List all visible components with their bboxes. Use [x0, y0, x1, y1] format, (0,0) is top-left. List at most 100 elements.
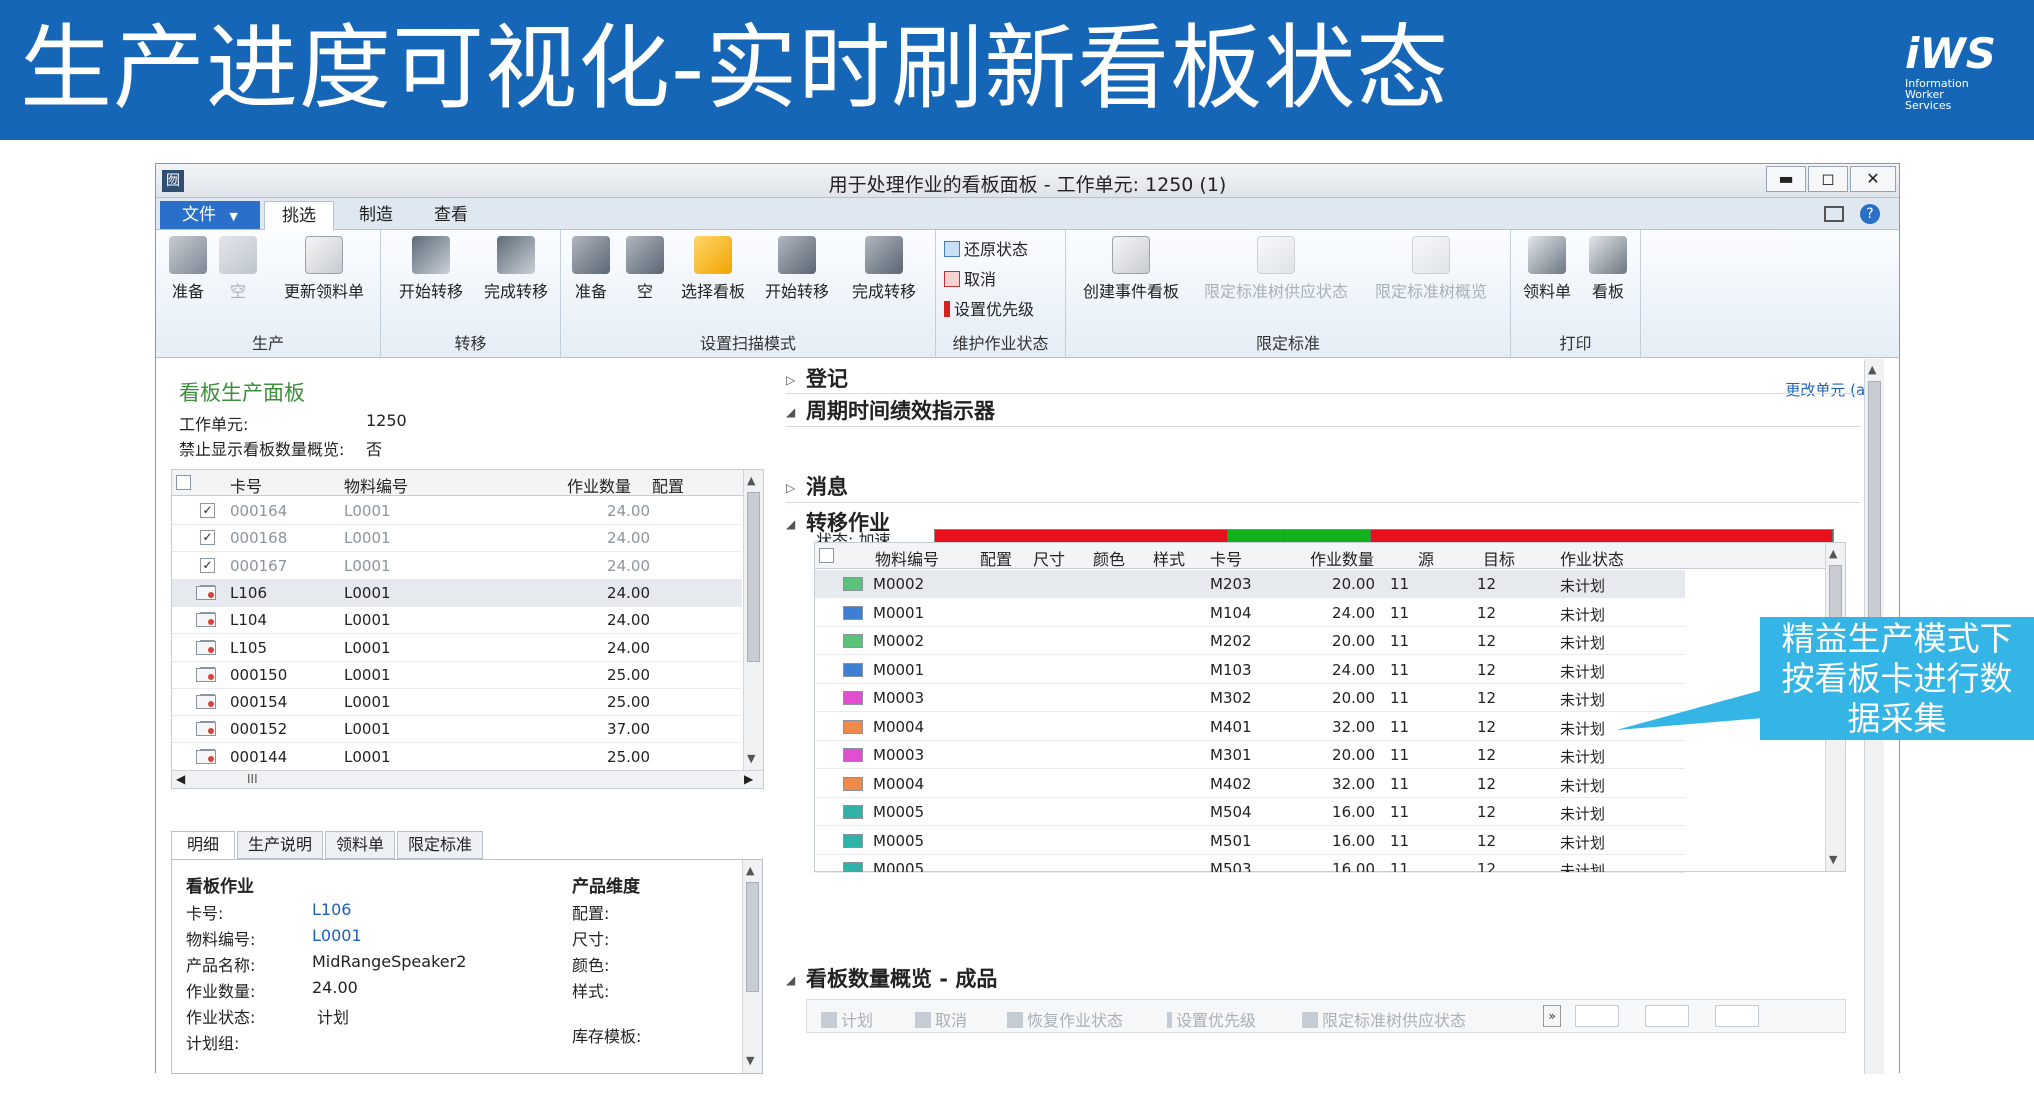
- table-row[interactable]: M0001 M103 24.00 11 12 未计划: [815, 656, 1685, 684]
- scroll-right-icon[interactable]: ▶: [744, 772, 753, 786]
- vertical-scrollbar[interactable]: ▲ ▼: [743, 470, 763, 770]
- card-number-value[interactable]: L106: [312, 900, 351, 919]
- transfer-col-header[interactable]: 作业状态: [1560, 546, 1624, 570]
- table-row[interactable]: M0004 M401 32.00 11 12 未计划: [815, 713, 1685, 741]
- transfer-col-header[interactable]: 颜色: [1093, 546, 1125, 570]
- minimize-button[interactable]: ▬: [1766, 166, 1806, 192]
- scroll-up-icon[interactable]: ▲: [746, 864, 754, 877]
- table-row[interactable]: ✓ 000164 L0001 24.00: [172, 497, 742, 525]
- reset-status-button[interactable]: 还原状态: [944, 236, 1028, 260]
- col-config[interactable]: 配置: [652, 473, 684, 497]
- col-item[interactable]: 物料编号: [344, 473, 408, 497]
- restore-status-button[interactable]: 恢复作业状态: [1007, 1007, 1123, 1031]
- detail-scrollbar[interactable]: ▲ ▼: [742, 860, 762, 1073]
- filter-dropdown-icon[interactable]: [1645, 1005, 1689, 1027]
- print-picklist-button[interactable]: 领料单: [1519, 236, 1575, 302]
- print-kanban-button[interactable]: 看板: [1583, 236, 1633, 302]
- scan-start-transfer-button[interactable]: 开始转移: [759, 236, 835, 302]
- table-row[interactable]: M0003 M302 20.00 11 12 未计划: [815, 684, 1685, 712]
- horizontal-scrollbar[interactable]: ◀ III ▶: [172, 770, 763, 788]
- restriction-tree-supply-button[interactable]: 限定标准树供应状态: [1196, 236, 1356, 302]
- row-checkbox[interactable]: ✓: [200, 503, 215, 518]
- transfer-col-header[interactable]: 配置: [980, 546, 1012, 570]
- scroll-up-icon[interactable]: ▲: [747, 474, 755, 487]
- transfer-col-header[interactable]: 物料编号: [875, 546, 939, 570]
- table-row[interactable]: ✓ 000167 L0001 24.00: [172, 552, 742, 580]
- set-priority-button[interactable]: 设置优先级: [944, 296, 1034, 320]
- table-row[interactable]: ✓ 000168 L0001 24.00: [172, 524, 742, 553]
- scroll-down-icon[interactable]: ▼: [746, 1054, 754, 1067]
- table-row[interactable]: M0005 M501 16.00 11 12 未计划: [815, 827, 1685, 855]
- transfer-col-header[interactable]: 样式: [1153, 546, 1185, 570]
- tab-manufacture[interactable]: 制造: [341, 201, 411, 230]
- transfer-section[interactable]: ◢ 转移作业: [786, 507, 1861, 539]
- table-row[interactable]: 000152 L0001 37.00: [172, 715, 742, 744]
- table-row[interactable]: M0003 M301 20.00 11 12 未计划: [815, 741, 1685, 769]
- transfer-col-header[interactable]: 尺寸: [1033, 546, 1065, 570]
- transfer-col-header[interactable]: 作业数量: [1310, 546, 1374, 570]
- scan-select-kanban-button[interactable]: 选择看板: [675, 236, 751, 302]
- create-event-kanban-button[interactable]: 创建事件看板: [1076, 236, 1186, 302]
- table-row[interactable]: L106 L0001 24.00: [172, 578, 742, 607]
- scroll-thumb[interactable]: [747, 492, 760, 662]
- empty-button[interactable]: 空: [218, 236, 258, 302]
- table-row[interactable]: M0004 M402 32.00 11 12 未计划: [815, 770, 1685, 798]
- tab-production-notes[interactable]: 生产说明: [237, 831, 323, 859]
- new-dropdown-icon[interactable]: [1575, 1005, 1619, 1027]
- cycle-section[interactable]: ◢ 周期时间绩效指示器: [786, 395, 1861, 427]
- table-row[interactable]: L105 L0001 24.00: [172, 634, 742, 662]
- table-row[interactable]: M0002 M202 20.00 11 12 未计划: [815, 627, 1685, 655]
- tab-pick[interactable]: 挑选: [264, 201, 334, 230]
- overview-priority-button[interactable]: 设置优先级: [1167, 1007, 1256, 1031]
- item-number-value[interactable]: L0001: [312, 926, 362, 945]
- maximize-button[interactable]: ◻: [1808, 166, 1848, 192]
- table-row[interactable]: M0002 M203 20.00 11 12 未计划: [815, 570, 1685, 598]
- cancel-job-button[interactable]: 取消: [944, 266, 996, 290]
- transfer-col-header[interactable]: 卡号: [1210, 546, 1242, 570]
- col-card[interactable]: 卡号: [230, 473, 262, 497]
- messages-section[interactable]: ▷ 消息: [786, 469, 1861, 503]
- close-button[interactable]: ✕: [1850, 166, 1896, 192]
- row-checkbox[interactable]: ✓: [200, 530, 215, 546]
- scan-complete-transfer-button[interactable]: 完成转移: [846, 236, 922, 302]
- cancel-overview-button[interactable]: 取消: [915, 1007, 967, 1031]
- copy-dropdown-icon[interactable]: [1715, 1005, 1759, 1027]
- prepare-button[interactable]: 准备: [164, 236, 212, 302]
- overflow-icon[interactable]: »: [1543, 1005, 1561, 1027]
- table-row[interactable]: 000150 L0001 25.00: [172, 661, 742, 689]
- tab-details[interactable]: 明细: [171, 831, 235, 859]
- table-row[interactable]: L104 L0001 24.00: [172, 606, 742, 635]
- tab-restrictions[interactable]: 限定标准: [397, 831, 483, 859]
- scroll-up-icon[interactable]: ▲: [1829, 547, 1837, 560]
- scroll-thumb[interactable]: [746, 882, 759, 992]
- hscroll-grip[interactable]: III: [247, 772, 258, 786]
- tab-view[interactable]: 查看: [416, 201, 486, 230]
- file-menu-tab[interactable]: 文件 ▼: [160, 201, 260, 229]
- scroll-down-icon[interactable]: ▼: [747, 752, 755, 765]
- col-qty[interactable]: 作业数量: [567, 473, 631, 497]
- transfer-col-header[interactable]: 源: [1418, 546, 1434, 570]
- scan-empty-button[interactable]: 空: [623, 236, 667, 302]
- scroll-left-icon[interactable]: ◀: [176, 772, 185, 786]
- help-icon[interactable]: ?: [1860, 204, 1880, 224]
- table-row[interactable]: 000144 L0001 25.00: [172, 743, 742, 771]
- row-checkbox[interactable]: ✓: [200, 557, 215, 573]
- table-row[interactable]: 000154 L0001 25.00: [172, 688, 742, 717]
- scan-prepare-button[interactable]: 准备: [569, 236, 613, 302]
- table-row[interactable]: M0005 M504 16.00 11 12 未计划: [815, 798, 1685, 826]
- transfer-col-header[interactable]: 目标: [1483, 546, 1515, 570]
- restriction-tree-overview-button[interactable]: 限定标准树概览: [1366, 236, 1496, 302]
- table-row[interactable]: M0005 M503 16.00 11 12 未计划: [815, 855, 1685, 873]
- overview-tree-supply-button[interactable]: 限定标准树供应状态: [1302, 1007, 1466, 1031]
- plan-button[interactable]: 计划: [821, 1007, 873, 1031]
- window-layout-icon[interactable]: [1824, 206, 1844, 222]
- table-row[interactable]: M0001 M104 24.00 11 12 未计划: [815, 599, 1685, 627]
- scroll-up-icon[interactable]: ▲: [1868, 363, 1876, 376]
- tab-picklist[interactable]: 领料单: [325, 831, 395, 859]
- register-section[interactable]: ▷ 登记: [786, 361, 1861, 394]
- select-all-checkbox[interactable]: [819, 548, 834, 563]
- scroll-down-icon[interactable]: ▼: [1829, 853, 1837, 866]
- start-transfer-button[interactable]: 开始转移: [391, 236, 471, 302]
- select-all-checkbox[interactable]: [176, 475, 191, 490]
- update-picklist-button[interactable]: 更新领料单: [274, 236, 374, 302]
